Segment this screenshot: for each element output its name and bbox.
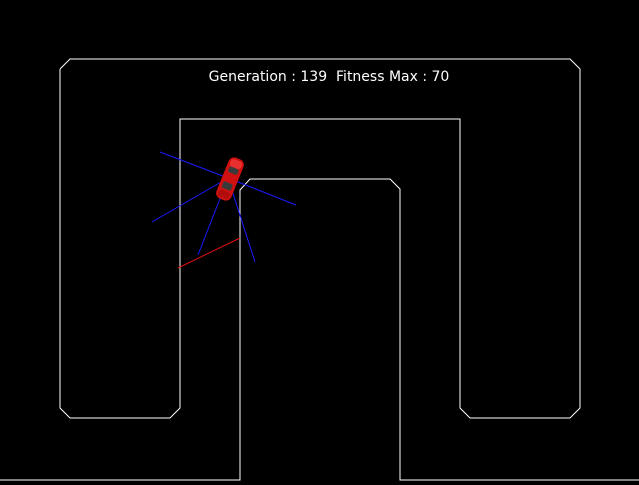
generation-label: Generation : xyxy=(208,69,301,85)
fitness-value: 70 xyxy=(431,69,450,85)
race-car-icon xyxy=(216,157,244,201)
hud-status: Generation : 139 Fitness Max : 70 xyxy=(0,68,639,86)
hud-spacer xyxy=(327,69,336,85)
outer-track-wall xyxy=(0,178,639,481)
checkpoint-line xyxy=(177,237,241,269)
track xyxy=(0,58,639,481)
generation-value: 139 xyxy=(300,69,328,85)
sensor-ray xyxy=(227,177,297,206)
sensor-ray xyxy=(159,151,229,179)
outer-boundary-wall xyxy=(59,58,581,419)
sensor-ray xyxy=(151,177,229,223)
fitness-label: Fitness Max : xyxy=(336,69,432,85)
